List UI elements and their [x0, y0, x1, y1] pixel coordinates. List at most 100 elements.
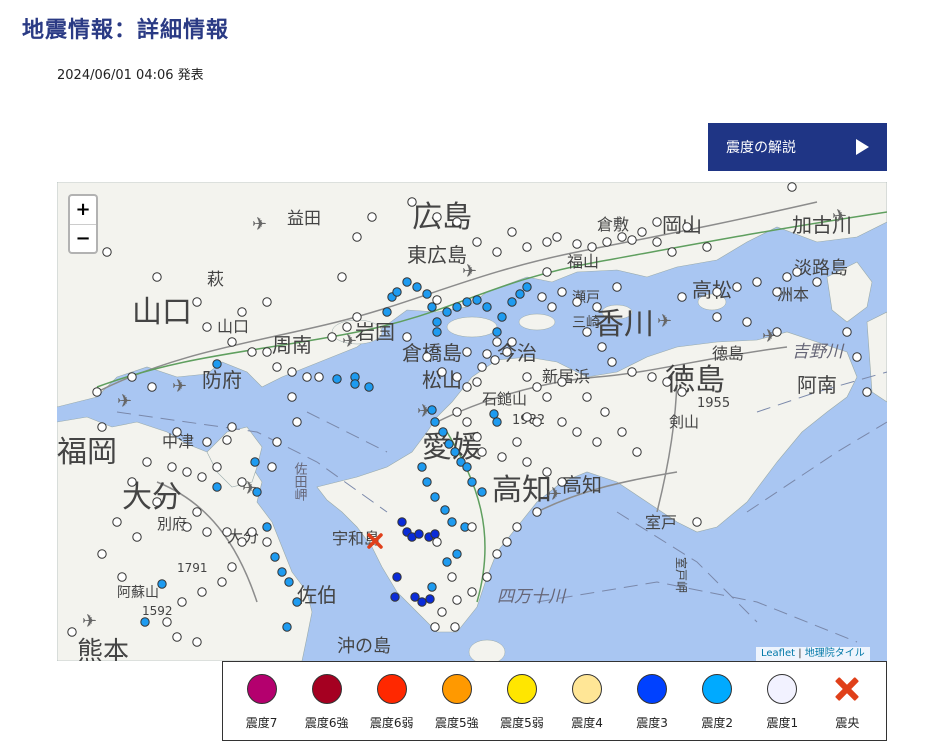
station-marker-shindo1[interactable] — [522, 412, 532, 422]
station-marker-shindo1[interactable] — [852, 352, 862, 362]
station-marker-shindo1[interactable] — [522, 457, 532, 467]
station-marker-shindo2[interactable] — [497, 312, 507, 322]
station-marker-shindo1[interactable] — [502, 347, 512, 357]
station-marker-shindo1[interactable] — [450, 622, 460, 632]
station-marker-shindo2[interactable] — [432, 317, 442, 327]
station-marker-shindo1[interactable] — [247, 527, 257, 537]
station-marker-shindo1[interactable] — [227, 337, 237, 347]
station-marker-shindo2[interactable] — [492, 327, 502, 337]
station-marker-shindo1[interactable] — [572, 297, 582, 307]
station-marker-shindo1[interactable] — [542, 267, 552, 277]
station-marker-shindo1[interactable] — [647, 372, 657, 382]
station-marker-shindo2[interactable] — [472, 295, 482, 305]
station-marker-shindo1[interactable] — [477, 362, 487, 372]
station-marker-shindo1[interactable] — [367, 212, 377, 222]
station-marker-shindo1[interactable] — [422, 352, 432, 362]
station-marker-shindo1[interactable] — [542, 467, 552, 477]
station-marker-shindo1[interactable] — [492, 549, 502, 559]
zoom-out-button[interactable]: − — [70, 225, 96, 253]
station-marker-shindo1[interactable] — [582, 392, 592, 402]
station-marker-shindo1[interactable] — [617, 427, 627, 437]
station-marker-shindo2[interactable] — [382, 307, 392, 317]
station-marker-shindo1[interactable] — [552, 232, 562, 242]
station-marker-shindo1[interactable] — [102, 247, 112, 257]
station-marker-shindo2[interactable] — [350, 379, 360, 389]
station-marker-shindo1[interactable] — [287, 367, 297, 377]
station-marker-shindo1[interactable] — [112, 517, 122, 527]
station-marker-shindo1[interactable] — [812, 277, 822, 287]
station-marker-shindo1[interactable] — [127, 477, 137, 487]
station-marker-shindo2[interactable] — [427, 582, 437, 592]
station-marker-shindo1[interactable] — [237, 307, 247, 317]
station-marker-shindo1[interactable] — [482, 349, 492, 359]
station-marker-shindo1[interactable] — [652, 237, 662, 247]
station-marker-shindo2[interactable] — [492, 417, 502, 427]
station-marker-shindo1[interactable] — [542, 392, 552, 402]
station-marker-shindo1[interactable] — [452, 372, 462, 382]
station-marker-shindo1[interactable] — [407, 197, 417, 207]
station-marker-shindo1[interactable] — [462, 382, 472, 392]
station-marker-shindo3[interactable] — [390, 592, 400, 602]
station-marker-shindo1[interactable] — [217, 577, 227, 587]
station-marker-shindo2[interactable] — [442, 307, 452, 317]
station-marker-shindo1[interactable] — [192, 637, 202, 647]
station-marker-shindo1[interactable] — [692, 517, 702, 527]
station-marker-shindo2[interactable] — [515, 289, 525, 299]
station-marker-shindo1[interactable] — [127, 372, 137, 382]
station-marker-shindo1[interactable] — [492, 247, 502, 257]
station-marker-shindo1[interactable] — [522, 242, 532, 252]
station-marker-shindo1[interactable] — [192, 297, 202, 307]
station-marker-shindo3[interactable] — [392, 572, 402, 582]
station-marker-shindo1[interactable] — [532, 507, 542, 517]
station-marker-shindo1[interactable] — [97, 549, 107, 559]
station-marker-shindo1[interactable] — [172, 427, 182, 437]
station-marker-shindo1[interactable] — [227, 422, 237, 432]
station-marker-shindo1[interactable] — [592, 437, 602, 447]
station-marker-shindo2[interactable] — [277, 567, 287, 577]
station-marker-shindo3[interactable] — [425, 594, 435, 604]
station-marker-shindo1[interactable] — [222, 435, 232, 445]
station-marker-shindo1[interactable] — [292, 417, 302, 427]
station-marker-shindo1[interactable] — [787, 182, 797, 192]
station-marker-shindo1[interactable] — [702, 242, 712, 252]
station-marker-shindo1[interactable] — [682, 222, 692, 232]
station-marker-shindo1[interactable] — [352, 232, 362, 242]
station-marker-shindo1[interactable] — [600, 407, 610, 417]
station-marker-shindo1[interactable] — [572, 427, 582, 437]
station-marker-shindo3[interactable] — [397, 517, 407, 527]
station-marker-shindo1[interactable] — [557, 287, 567, 297]
station-marker-shindo2[interactable] — [284, 577, 294, 587]
station-marker-shindo2[interactable] — [452, 549, 462, 559]
station-marker-shindo1[interactable] — [117, 572, 127, 582]
station-marker-shindo1[interactable] — [352, 312, 362, 322]
station-marker-shindo1[interactable] — [627, 235, 637, 245]
station-marker-shindo1[interactable] — [462, 347, 472, 357]
station-marker-shindo1[interactable] — [202, 527, 212, 537]
station-marker-shindo1[interactable] — [302, 372, 312, 382]
station-marker-shindo1[interactable] — [97, 422, 107, 432]
station-marker-shindo1[interactable] — [272, 437, 282, 447]
station-marker-shindo1[interactable] — [677, 292, 687, 302]
station-marker-shindo2[interactable] — [140, 617, 150, 627]
station-marker-shindo1[interactable] — [430, 622, 440, 632]
station-marker-shindo1[interactable] — [197, 587, 207, 597]
station-marker-shindo2[interactable] — [282, 622, 292, 632]
station-marker-shindo3[interactable] — [414, 529, 424, 539]
station-marker-shindo1[interactable] — [842, 327, 852, 337]
station-marker-shindo1[interactable] — [772, 327, 782, 337]
station-marker-shindo1[interactable] — [782, 272, 792, 282]
station-marker-shindo2[interactable] — [430, 492, 440, 502]
station-marker-shindo1[interactable] — [262, 537, 272, 547]
station-marker-shindo2[interactable] — [422, 289, 432, 299]
station-marker-shindo2[interactable] — [522, 282, 532, 292]
station-marker-shindo1[interactable] — [402, 332, 412, 342]
station-marker-shindo2[interactable] — [432, 327, 442, 337]
station-marker-shindo1[interactable] — [732, 282, 742, 292]
station-marker-shindo1[interactable] — [752, 277, 762, 287]
station-marker-shindo1[interactable] — [202, 322, 212, 332]
station-marker-shindo1[interactable] — [132, 532, 142, 542]
station-marker-shindo1[interactable] — [67, 627, 77, 637]
station-marker-shindo1[interactable] — [677, 387, 687, 397]
station-marker-shindo1[interactable] — [447, 572, 457, 582]
station-marker-shindo2[interactable] — [482, 302, 492, 312]
